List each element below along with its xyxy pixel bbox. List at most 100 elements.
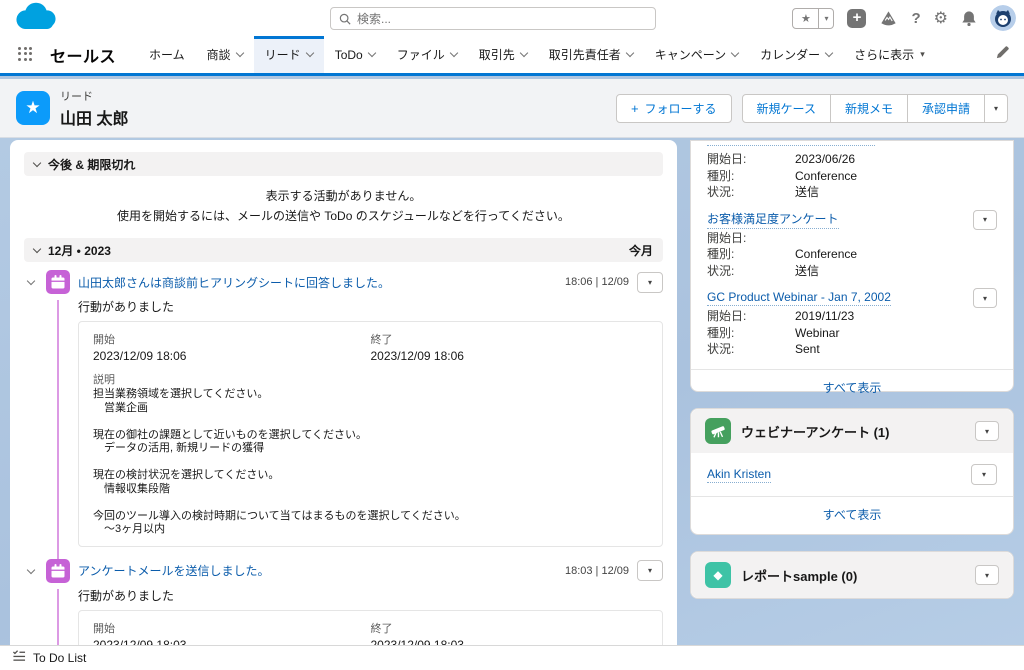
card-actions-button[interactable]: ▾	[975, 565, 999, 585]
tab-opportunities[interactable]: 商談	[196, 36, 254, 73]
field-row: 種別: Conference	[707, 246, 997, 263]
card-actions-button[interactable]: ▾	[975, 421, 999, 441]
more-actions-button[interactable]: ▾	[984, 94, 1008, 123]
global-search[interactable]	[330, 7, 656, 30]
action-button-group: 新規ケース 新規メモ 承認申請 ▾	[742, 94, 1008, 123]
empty-state-text: 表示する活動がありません。 使用を開始するには、メールの送信や ToDo のスケ…	[24, 186, 663, 226]
tab-more[interactable]: さらに表示▾	[843, 36, 936, 73]
activity-title-link[interactable]: アンケートメールを送信しました。	[78, 562, 270, 579]
row-actions-button[interactable]: ▾	[973, 288, 997, 308]
chevron-down-icon[interactable]	[449, 49, 457, 57]
campaign-link[interactable]: お客様満足度アンケート	[707, 210, 839, 229]
clipped-link-underline	[707, 145, 875, 146]
edit-nav-pencil-icon[interactable]	[995, 45, 1010, 65]
follow-button[interactable]: + フォローする	[616, 94, 732, 123]
field-row: 状況: 送信	[707, 263, 997, 280]
field-row: 開始日: 2023/06/26	[707, 151, 997, 168]
view-all-link[interactable]: すべて表示	[823, 497, 882, 532]
search-input[interactable]	[357, 12, 647, 26]
row-actions-button[interactable]: ▾	[637, 560, 663, 581]
app-launcher-icon[interactable]	[18, 47, 34, 63]
field-row: 状況: Sent	[707, 341, 997, 358]
start-label: 開始	[93, 331, 371, 347]
chevron-down-icon[interactable]	[519, 49, 527, 57]
campaign-link[interactable]: GC Product Webinar - Jan 7, 2002	[707, 290, 891, 306]
timeline-item-header: アンケートメールを送信しました。 18:03 | 12/09 ▾	[24, 559, 663, 583]
row-actions-button[interactable]: ▾	[973, 210, 997, 230]
activity-detail-card: 開始 2023/12/09 18:06 終了 2023/12/09 18:06 …	[78, 321, 663, 547]
caret-down-icon: ▾	[982, 470, 986, 479]
card-header: ウェビナーアンケート (1) ▾	[691, 409, 1013, 453]
survey-member-link[interactable]: Akin Kristen	[707, 467, 771, 483]
tab-accounts[interactable]: 取引先	[468, 36, 538, 73]
tab-calendar[interactable]: カレンダー	[749, 36, 843, 73]
collapse-chevron-icon[interactable]	[24, 280, 38, 284]
help-icon[interactable]: ?	[911, 10, 920, 27]
diamond-icon: ◆	[705, 562, 731, 588]
timeline-item: 山田太郎さんは商談前ヒアリングシートに回答しました。 18:06 | 12/09…	[24, 270, 663, 547]
new-note-button[interactable]: 新規メモ	[830, 94, 908, 123]
salesforce-logo-icon[interactable]	[10, 1, 62, 40]
end-label: 終了	[371, 331, 649, 347]
record-name: 山田 太郎	[60, 105, 128, 129]
webinar-survey-card: ウェビナーアンケート (1) ▾ Akin Kristen ▾ すべて表示	[690, 408, 1014, 535]
utility-bar: To Do List	[0, 645, 1024, 670]
field-row: 種別: Conference	[707, 168, 997, 185]
todo-list-icon	[12, 649, 26, 667]
caret-down-icon: ▾	[648, 566, 652, 575]
chevron-down-icon[interactable]	[305, 49, 313, 57]
chevron-down-icon	[33, 244, 41, 252]
guidance-center-icon[interactable]	[879, 9, 898, 28]
end-label: 終了	[371, 620, 649, 636]
tab-campaigns[interactable]: キャンペーン	[644, 36, 749, 73]
global-header: ★ ▾ + ? ⚙	[0, 0, 1024, 36]
submit-approval-button[interactable]: 承認申請	[907, 94, 985, 123]
card-title[interactable]: ウェビナーアンケート (1)	[741, 422, 889, 441]
notifications-bell-icon[interactable]	[961, 10, 977, 27]
tab-contacts[interactable]: 取引先責任者	[538, 36, 644, 73]
campaign-item: GC Product Webinar - Jan 7, 2002 ▾ 開始日: …	[707, 288, 997, 358]
campaign-history-card: 開始日: 2023/06/26 種別: Conference 状況: 送信 お客…	[690, 140, 1014, 392]
record-header: ★ リード 山田 太郎 + フォローする 新規ケース 新規メモ 承認申請 ▾	[0, 79, 1024, 138]
favorites-caret-icon[interactable]: ▾	[818, 9, 833, 28]
setup-gear-icon[interactable]: ⚙	[934, 8, 948, 28]
record-actions: + フォローする 新規ケース 新規メモ 承認申請 ▾	[616, 94, 1008, 123]
telescope-icon	[705, 418, 731, 444]
timeline-item: アンケートメールを送信しました。 18:03 | 12/09 ▾ 行動がありまし…	[24, 559, 663, 646]
chevron-down-icon[interactable]	[235, 49, 243, 57]
chevron-down-icon[interactable]	[367, 49, 375, 57]
timeline-item-body: 行動がありました 開始 2023/12/09 18:06 終了 2023/12/…	[78, 298, 663, 547]
page-content: 今後 & 期限切れ 表示する活動がありません。 使用を開始するには、メールの送信…	[0, 138, 1024, 645]
chevron-down-icon[interactable]	[626, 49, 634, 57]
tab-leads[interactable]: リード	[254, 36, 324, 73]
caret-down-icon: ▾	[983, 215, 987, 224]
start-value: 2023/12/09 18:06	[93, 349, 371, 363]
section-upcoming-overdue[interactable]: 今後 & 期限切れ	[24, 152, 663, 176]
caret-down-icon: ▾	[648, 278, 652, 287]
activity-title-link[interactable]: 山田太郎さんは商談前ヒアリングシートに回答しました。	[78, 274, 390, 291]
tab-todo[interactable]: ToDo	[324, 36, 386, 73]
global-actions-button[interactable]: +	[847, 9, 866, 28]
description-label: 説明	[93, 371, 648, 387]
chevron-down-icon[interactable]	[731, 49, 739, 57]
card-title[interactable]: レポートsample (0)	[741, 566, 857, 585]
favorites-button[interactable]: ★ ▾	[792, 8, 834, 29]
row-actions-button[interactable]: ▾	[637, 272, 663, 293]
todo-list-button[interactable]: To Do List	[33, 651, 86, 665]
tab-files[interactable]: ファイル	[386, 36, 468, 73]
user-avatar[interactable]	[990, 5, 1016, 31]
section-month[interactable]: 12月 • 2023 今月	[24, 238, 663, 262]
collapse-chevron-icon[interactable]	[24, 569, 38, 573]
activity-timestamp: 18:06 | 12/09	[565, 276, 629, 288]
tab-home[interactable]: ホーム	[138, 36, 196, 73]
chevron-down-icon[interactable]	[825, 49, 833, 57]
nav-tabs: ホーム 商談 リード ToDo ファイル 取引先 取引先責任者 キャンペーン カ…	[138, 36, 936, 73]
row-actions-button[interactable]: ▾	[971, 464, 997, 485]
new-case-button[interactable]: 新規ケース	[742, 94, 831, 123]
lead-object-icon: ★	[16, 91, 50, 125]
report-sample-card: ◆ レポートsample (0) ▾	[690, 551, 1014, 599]
card-body: Akin Kristen ▾	[691, 453, 1013, 485]
end-value: 2023/12/09 18:03	[371, 638, 649, 646]
view-all-link[interactable]: すべて表示	[823, 370, 882, 405]
star-icon[interactable]: ★	[793, 9, 818, 28]
